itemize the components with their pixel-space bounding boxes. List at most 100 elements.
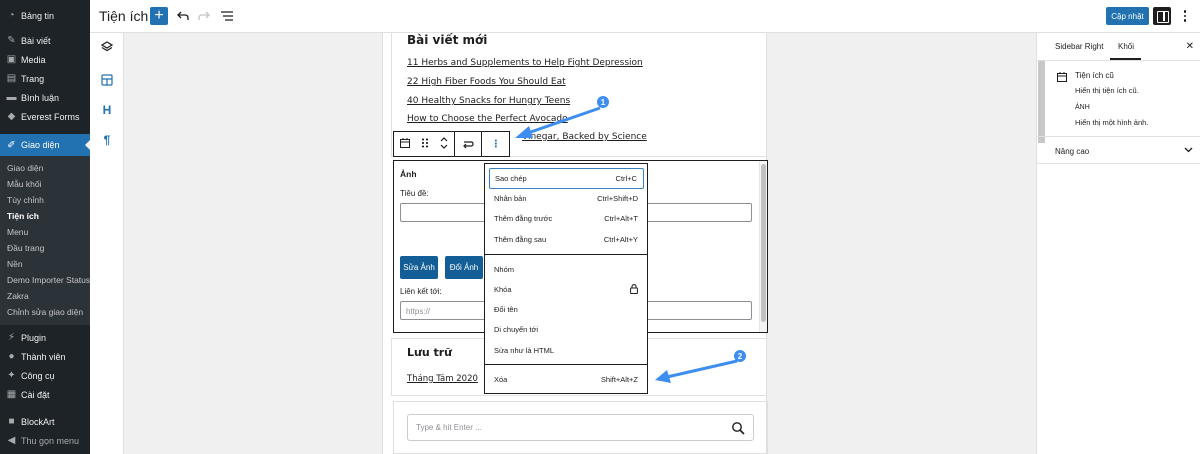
advanced-panel-toggle[interactable]: Nâng cao	[1037, 136, 1200, 164]
undo-icon[interactable]	[174, 7, 192, 25]
search-placeholder: Type & hit Enter ...	[416, 423, 482, 432]
settings-icon: ▦	[6, 389, 17, 400]
editor-header: Tiện ích + Cập nhật	[90, 0, 1200, 33]
edit-image-button[interactable]: Sửa Ảnh	[400, 256, 438, 279]
menu-item-everest-forms[interactable]: ◆ Everest Forms	[0, 107, 90, 126]
search-input[interactable]: Type & hit Enter ...	[407, 414, 754, 441]
submenu-item[interactable]: Demo Importer Status	[0, 272, 90, 288]
menu-item-dashboard[interactable]: ◔ Bảng tin	[0, 6, 90, 25]
title-label: Tiêu đề:	[400, 189, 429, 198]
submenu-item[interactable]: Tùy chỉnh	[0, 192, 90, 208]
menu-item-appearance[interactable]: ✐ Giao diện	[0, 134, 90, 156]
user-icon: ●	[8, 351, 15, 362]
menu-item-delete[interactable]: Xóa Shift+Alt+Z	[489, 369, 644, 390]
submenu-item[interactable]: Nền	[0, 256, 90, 272]
menu-item-media[interactable]: ▣ Media	[0, 50, 90, 69]
menu-item-lock[interactable]: Khóa	[489, 279, 644, 300]
menu-item-copy[interactable]: Sao chép Ctrl+C	[489, 168, 644, 189]
menu-item-rename[interactable]: Đổi tên	[489, 299, 644, 320]
tab-sidebar-right[interactable]: Sidebar Right	[1055, 42, 1103, 51]
menu-item-tools[interactable]: ✦ Công cụ	[0, 366, 90, 385]
update-button[interactable]: Cập nhật	[1106, 7, 1149, 25]
annotation-arrow-2	[655, 359, 738, 383]
widget-area-sidebar: H ¶	[90, 33, 124, 454]
menu-item-users[interactable]: ● Thành viên	[0, 347, 90, 366]
variant-description: Hiển thị một hình ảnh.	[1075, 118, 1149, 127]
tab-block[interactable]: Khối	[1109, 42, 1142, 60]
plug-icon: ⚡	[7, 332, 16, 343]
menu-item-group[interactable]: Nhóm	[489, 259, 644, 280]
add-block-button[interactable]: +	[150, 7, 168, 25]
submenu-item[interactable]: Giao diện	[0, 160, 90, 176]
heading-icon[interactable]: H	[99, 102, 115, 118]
block-title: Tiện ích cũ	[1075, 71, 1114, 80]
calendar-icon	[1057, 70, 1067, 85]
block-description: Hiển thị tiện ích cũ.	[1075, 86, 1139, 95]
menu-item-duplicate[interactable]: Nhân bản Ctrl+Shift+D	[489, 188, 644, 209]
menu-item-pages[interactable]: ▤ Trang	[0, 69, 90, 88]
annotation-badge: 1	[597, 96, 609, 108]
menu-item-blockart[interactable]: ■ BlockArt	[0, 412, 90, 431]
panel-scrollbar[interactable]	[1038, 61, 1045, 143]
archive-title: Lưu trữ	[407, 346, 453, 359]
transform-icon[interactable]	[455, 132, 483, 156]
submenu-item-current[interactable]: Tiện ích	[0, 208, 90, 224]
menu-item-settings[interactable]: ▦ Cài đặt	[0, 385, 90, 404]
post-link[interactable]: 22 High Fiber Foods You Should Eat	[407, 77, 566, 87]
search-widget: Type & hit Enter ...	[393, 401, 768, 454]
chevron-down-icon	[1184, 145, 1193, 155]
menu-item-comments[interactable]: ▬ Bình luận	[0, 88, 90, 107]
redo-icon[interactable]	[195, 7, 213, 25]
widget-title: Ảnh	[400, 169, 417, 179]
block-toolbar-group	[394, 132, 455, 156]
blockart-icon: ■	[8, 416, 15, 427]
form-scrollbar[interactable]	[759, 161, 767, 332]
submenu-item[interactable]: Đầu trang	[0, 240, 90, 256]
settings-panel-toggle[interactable]	[1153, 7, 1171, 25]
search-icon[interactable]	[731, 421, 745, 435]
comment-icon: ▬	[6, 92, 17, 103]
calendar-icon[interactable]	[399, 137, 410, 151]
paragraph-icon[interactable]: ¶	[99, 132, 115, 148]
collapse-menu[interactable]: ◀ Thu gọn menu	[0, 431, 90, 450]
archive-link[interactable]: Tháng Tám 2020	[407, 374, 478, 384]
menu-divider	[485, 254, 647, 255]
media-icon: ▣	[6, 54, 17, 65]
recent-posts-title: Bài viết mới	[407, 33, 488, 47]
submenu-item[interactable]: Zakra	[0, 288, 90, 304]
url-placeholder: https://	[406, 307, 431, 316]
lock-icon	[630, 283, 638, 296]
submenu-item[interactable]: Menu	[0, 224, 90, 240]
change-image-button[interactable]: Đổi Ảnh	[445, 256, 483, 279]
more-options-icon[interactable]	[1178, 7, 1192, 25]
submenu-item[interactable]: Mẫu khối	[0, 176, 90, 192]
menu-item-posts[interactable]: ✎ Bài viết	[0, 31, 90, 50]
appearance-submenu: Giao diện Mẫu khối Tùy chỉnh Tiện ích Me…	[0, 156, 90, 325]
widget-block-icon[interactable]	[99, 72, 115, 88]
pin-icon: ✎	[7, 35, 16, 46]
wrench-icon: ✦	[7, 370, 16, 381]
menu-item-edit-html[interactable]: Sửa như là HTML	[489, 340, 644, 361]
admin-sidebar: ◔ Bảng tin ✎ Bài viết ▣ Media ▤ Trang ▬ Bình …	[0, 0, 90, 454]
submenu-item[interactable]: Chỉnh sửa giao diện	[0, 304, 90, 320]
list-view-icon[interactable]	[218, 7, 236, 25]
page-icon: ▤	[6, 73, 17, 84]
settings-sidebar: Sidebar Right Khối ✕ Tiện ích cũ Hiển th…	[1036, 33, 1200, 454]
menu-item-insert-before[interactable]: Thêm đằng trước Ctrl+Alt+T	[489, 208, 644, 229]
brush-icon: ✐	[7, 139, 16, 151]
link-to-label: Liên kết tới:	[400, 287, 442, 296]
drag-handle-icon[interactable]	[421, 138, 428, 151]
forms-icon: ◆	[7, 111, 16, 122]
annotation-badge: 2	[734, 350, 746, 362]
layers-icon[interactable]	[99, 39, 115, 55]
close-icon[interactable]: ✕	[1186, 41, 1194, 52]
variant-title: ẢNH	[1075, 104, 1090, 111]
menu-item-move-to[interactable]: Di chuyển tới	[489, 319, 644, 340]
menu-item-plugins[interactable]: ⚡ Plugin	[0, 328, 90, 347]
menu-item-insert-after[interactable]: Thêm đằng sau Ctrl+Alt+Y	[489, 229, 644, 250]
move-up-down-icon[interactable]	[440, 136, 448, 153]
block-toolbar: ⋮	[393, 131, 510, 157]
post-link[interactable]: 11 Herbs and Supplements to Help Fight D…	[407, 58, 643, 68]
settings-tabs: Sidebar Right Khối ✕	[1037, 33, 1200, 61]
annotation-arrow-1	[515, 106, 601, 138]
